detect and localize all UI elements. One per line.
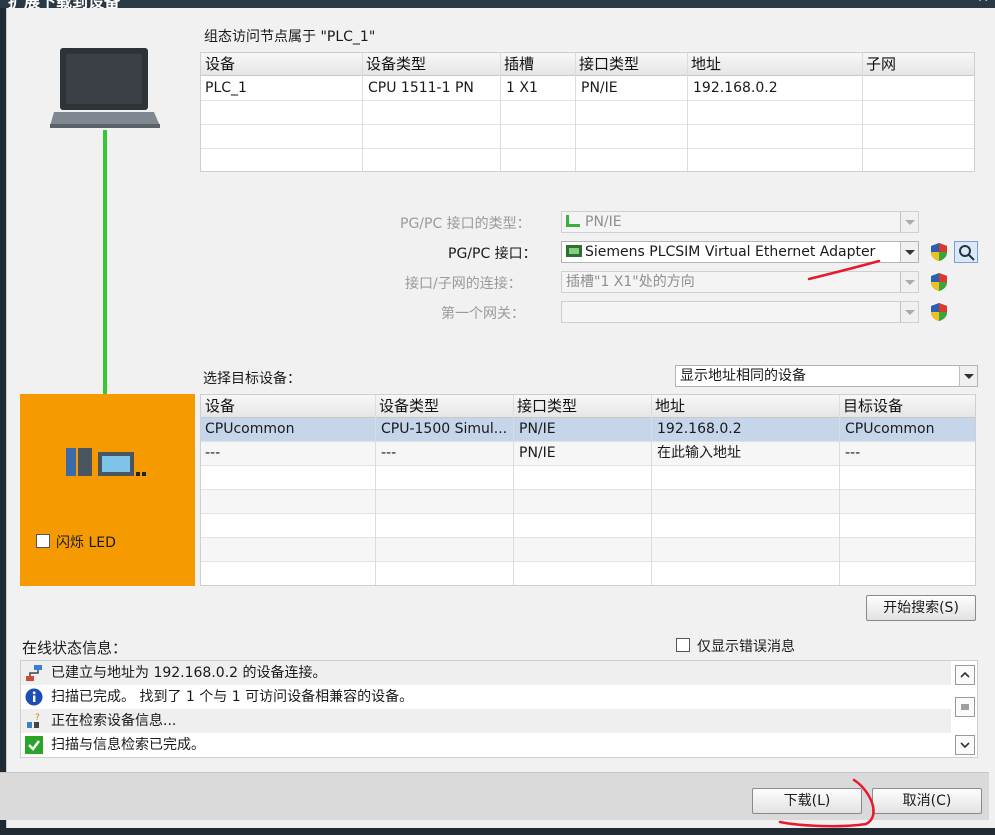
start-search-button[interactable]: 开始搜索(S)	[866, 595, 976, 621]
list-item: 扫描与信息检索已完成。	[21, 733, 951, 757]
pgpc-interface-label: PG/PC 接口：	[448, 246, 537, 262]
window-title: 扩展下载到设备	[8, 0, 120, 8]
col-interface-type: 接口类型	[579, 55, 640, 73]
close-icon[interactable]: ✕	[977, 0, 989, 6]
online-status-caption: 在线状态信息：	[22, 639, 128, 657]
bottom-edge	[0, 828, 995, 835]
status-messages-list: 已建立与地址为 192.168.0.2 的设备连接。 扫描已完成。 找到了 1 …	[20, 660, 978, 758]
pgpc-type-label: PG/PC 接口的类型：	[400, 216, 531, 232]
shield-icon	[931, 303, 947, 321]
chevron-down-icon[interactable]	[900, 242, 918, 262]
info-icon	[25, 688, 43, 706]
col-device-type: 设备类型	[379, 397, 440, 415]
scroll-up-button[interactable]	[955, 665, 975, 685]
connection-line	[103, 130, 107, 430]
pgpc-type-select: PN/IE	[561, 211, 919, 233]
col-subnet: 子网	[866, 55, 897, 73]
col-device: 设备	[205, 55, 236, 73]
network-connection-icon	[26, 665, 42, 681]
configured-node-caption: 组态访问节点属于 "PLC_1"	[204, 29, 376, 45]
check-icon	[25, 736, 43, 754]
chevron-down-icon	[900, 212, 918, 232]
pg-laptop-icon	[50, 46, 160, 132]
subnet-connection-select: 插槽"1 X1"处的方向	[561, 271, 919, 293]
magnifier-icon	[959, 245, 975, 261]
target-device-caption: 选择目标设备：	[203, 371, 301, 387]
address-input-cell[interactable]: 在此输入地址	[653, 442, 741, 465]
chevron-down-icon	[900, 302, 918, 322]
errors-only-label: 仅显示错误消息	[697, 639, 795, 655]
search-adapter-button[interactable]	[954, 241, 978, 263]
download-button[interactable]: 下载(L)	[752, 788, 862, 814]
shield-icon	[931, 273, 947, 291]
col-target-device: 目标设备	[843, 397, 904, 415]
list-item: ? 正在检索设备信息...	[21, 709, 951, 733]
gateway-label: 第一个网关：	[441, 306, 525, 322]
col-device-type: 设备类型	[366, 55, 427, 73]
shield-icon	[931, 243, 947, 261]
retrieving-icon: ?	[27, 713, 40, 728]
subnet-connection-label: 接口/子网的连接：	[405, 276, 522, 292]
col-interface-type: 接口类型	[517, 397, 578, 415]
svg-text:?: ?	[35, 713, 40, 723]
col-device: 设备	[205, 397, 236, 415]
flash-led-label: 闪烁 LED	[56, 535, 116, 551]
gateway-select	[561, 301, 919, 323]
scroll-down-button[interactable]	[955, 735, 975, 755]
chevron-down-icon[interactable]	[959, 366, 977, 386]
pn-ie-icon	[566, 213, 582, 227]
target-devices-table: 设备 设备类型 接口类型 地址 目标设备 CPUcommon CPU-1500 …	[200, 394, 976, 586]
pgpc-interface-select[interactable]: Siemens PLCSIM Virtual Ethernet Adapter	[561, 241, 919, 263]
list-item: 已建立与地址为 192.168.0.2 的设备连接。	[21, 661, 951, 685]
flash-led-checkbox[interactable]	[36, 534, 50, 548]
plc-device-icon	[66, 448, 146, 476]
network-adapter-icon	[566, 243, 582, 257]
configured-nodes-table: 设备 设备类型 插槽 接口类型 地址 子网 PLC_1 CPU 1511-1 P…	[200, 52, 975, 172]
title-bar: 扩展下载到设备 ✕	[0, 0, 995, 8]
cancel-button[interactable]: 取消(C)	[872, 788, 982, 814]
col-address: 地址	[691, 55, 722, 73]
col-address: 地址	[655, 397, 686, 415]
chevron-down-icon	[900, 272, 918, 292]
col-slot: 插槽	[504, 55, 535, 73]
errors-only-checkbox[interactable]	[676, 638, 690, 652]
list-item: 扫描已完成。 找到了 1 个与 1 可访问设备相兼容的设备。	[21, 685, 951, 709]
scroll-thumb[interactable]	[955, 697, 975, 717]
target-device-panel: 闪烁 LED	[20, 394, 195, 586]
target-filter-select[interactable]: 显示地址相同的设备	[675, 365, 978, 387]
